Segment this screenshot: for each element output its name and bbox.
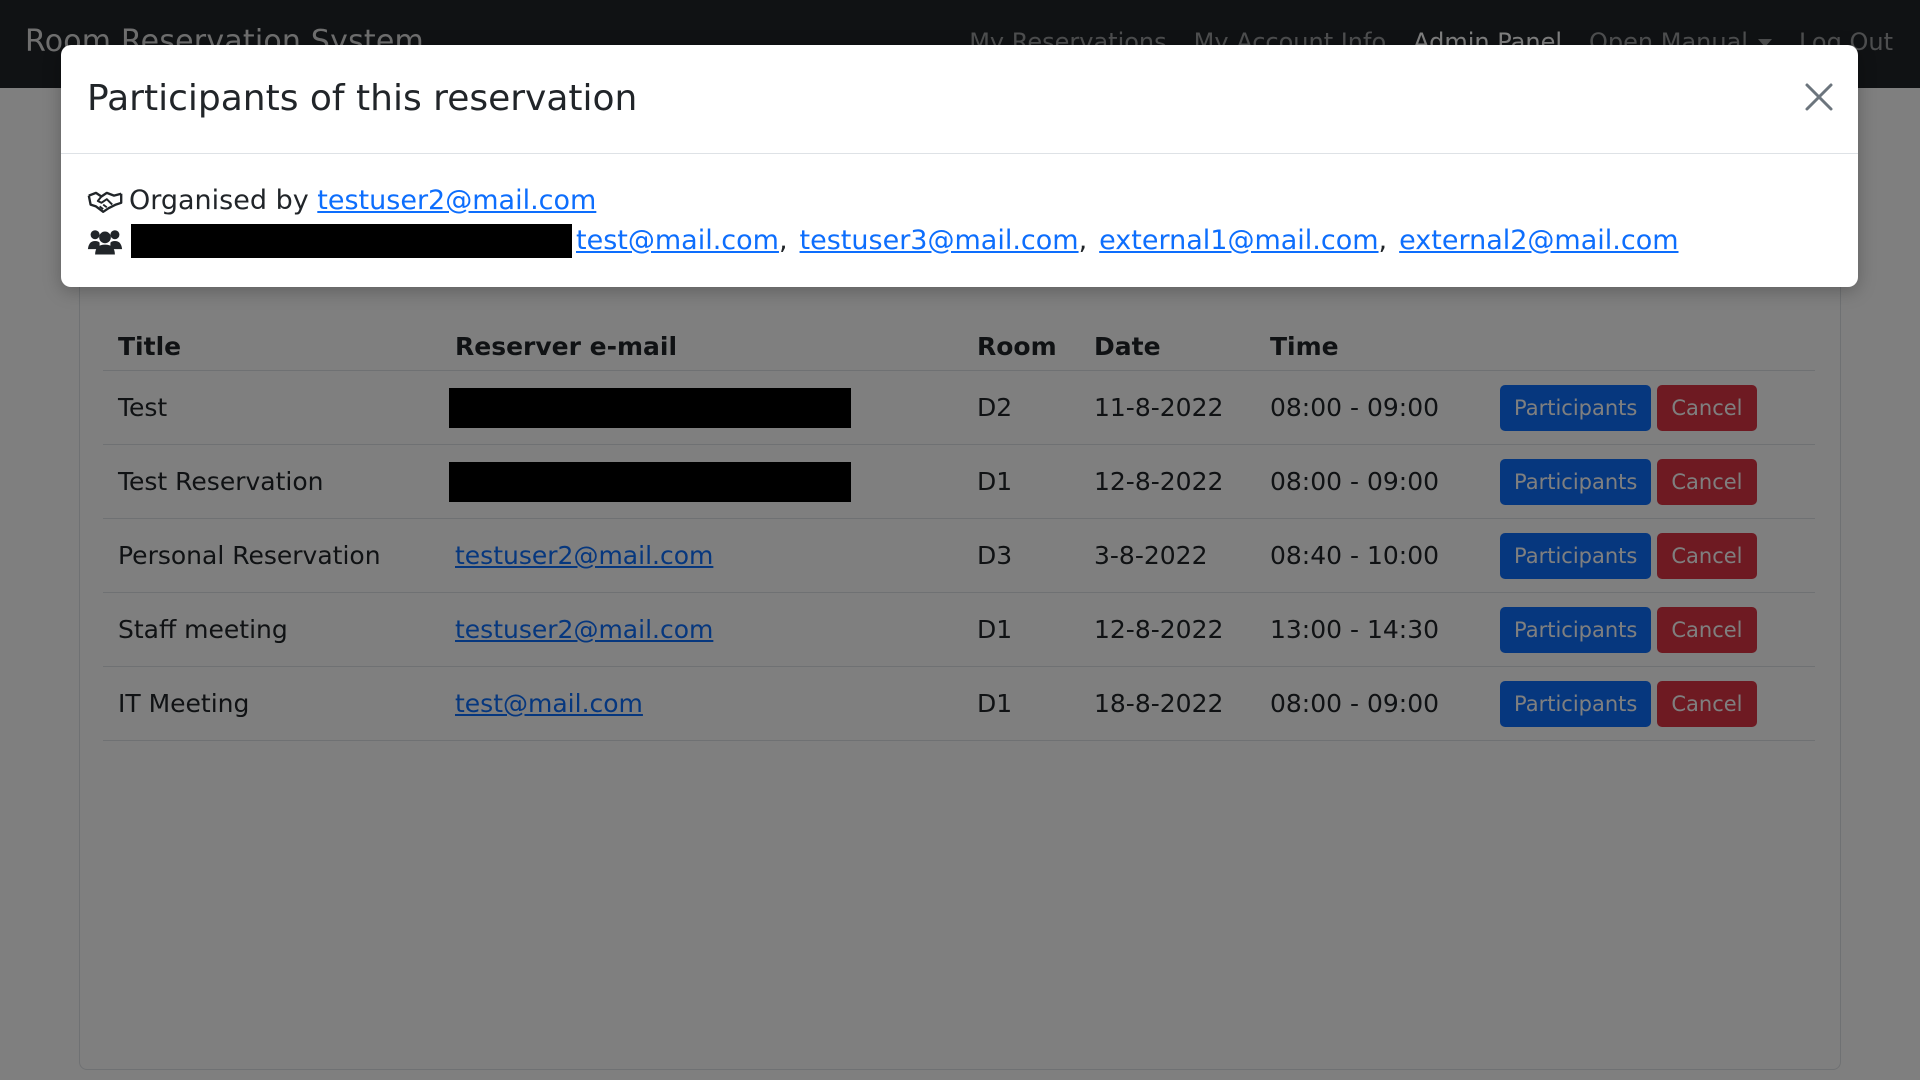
participant-email-link[interactable]: test@mail.com xyxy=(576,221,779,261)
modal-header: Participants of this reservation xyxy=(61,45,1858,154)
participant-email-link[interactable]: testuser3@mail.com xyxy=(800,221,1079,261)
participants-row: test@mail.com, testuser3@mail.com, exter… xyxy=(87,221,1832,261)
separator: , xyxy=(778,225,788,256)
participants-modal: Participants of this reservation Organis… xyxy=(61,45,1858,287)
redacted-participant xyxy=(131,224,572,258)
organiser-email-link[interactable]: testuser2@mail.com xyxy=(317,181,596,221)
handshake-icon xyxy=(87,191,123,213)
participant-email-link[interactable]: external1@mail.com xyxy=(1099,221,1378,261)
users-icon xyxy=(87,230,123,255)
organiser-row: Organised by testuser2@mail.com xyxy=(87,181,1832,221)
modal-body: Organised by testuser2@mail.com test@mai… xyxy=(87,181,1832,261)
close-icon[interactable] xyxy=(1802,80,1836,114)
separator: , xyxy=(1378,225,1388,256)
organised-by-label: Organised by xyxy=(129,185,309,216)
modal-title: Participants of this reservation xyxy=(87,78,638,119)
participant-email-link[interactable]: external2@mail.com xyxy=(1399,221,1678,261)
separator: , xyxy=(1078,225,1088,256)
